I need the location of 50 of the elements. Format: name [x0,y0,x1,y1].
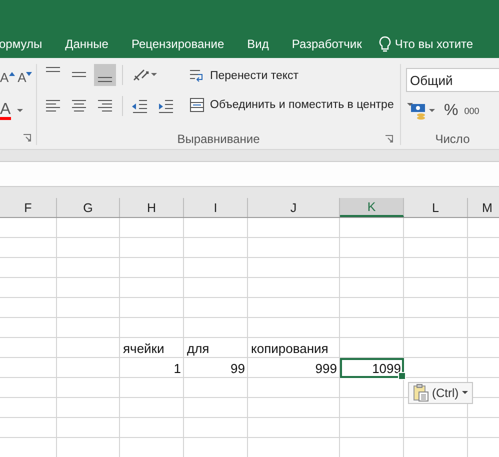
table-cell[interactable]: 1099 [340,358,404,378]
lightbulb-icon [378,36,391,52]
table-cell[interactable]: для [184,338,248,358]
caret-icon [150,73,156,77]
column-header[interactable]: L [404,198,468,217]
column-header[interactable]: M [468,198,499,217]
lines-icon [72,72,86,78]
table-cell[interactable]: ячейки [120,338,184,358]
align-bottom-button[interactable] [94,64,116,86]
wrap-text-icon [189,68,205,84]
decrease-font-button[interactable]: A [18,70,32,90]
ribbon-tab[interactable]: Рецензирование [131,37,234,51]
column-header[interactable]: I [184,198,248,217]
lines-icon [46,67,60,73]
percent-button[interactable]: % [444,102,458,120]
number-format-field[interactable]: Общий [406,68,499,92]
table-cell[interactable]: 1 [120,358,184,378]
tell-me-field[interactable]: Что вы хотите [378,36,474,52]
table-cell[interactable]: 999 [248,358,340,378]
dialog-launcher-icon[interactable] [385,135,393,144]
dialog-launcher-icon[interactable] [23,134,31,142]
indent-icon [157,97,175,115]
table-cell[interactable]: 99 [184,358,248,378]
paste-options-button[interactable]: (Ctrl) [408,382,473,404]
wrap-text-button[interactable]: Перенести текст [189,68,299,84]
caret-icon [428,109,434,113]
outdent-icon [131,97,149,115]
column-header[interactable]: H [120,198,184,217]
money-icon [410,102,428,120]
lines-icon [98,77,112,83]
font-color-button[interactable]: A [0,102,11,120]
thousands-button[interactable]: 000 [464,106,480,116]
column-header[interactable]: F [0,198,57,217]
caret-icon [16,109,23,113]
caret-icon [406,103,413,107]
column-header[interactable]: K [340,198,404,217]
column-header[interactable]: G [57,198,120,217]
group-label: Выравнивание [177,132,260,146]
ribbon-tab[interactable]: Разработчик [292,37,372,51]
increase-font-button[interactable]: A [0,70,15,90]
table-cell[interactable]: копирования [248,338,340,358]
ribbon-tab[interactable]: Данные [65,37,118,51]
fill-handle[interactable] [398,372,406,380]
caret-icon [462,391,468,395]
up-triangle-icon [8,72,15,76]
group-label: Число [435,132,470,146]
clipboard-icon [413,384,429,402]
merge-cells-icon [189,97,205,113]
ribbon-tab[interactable]: Вид [247,37,279,51]
down-triangle-icon [26,72,32,76]
